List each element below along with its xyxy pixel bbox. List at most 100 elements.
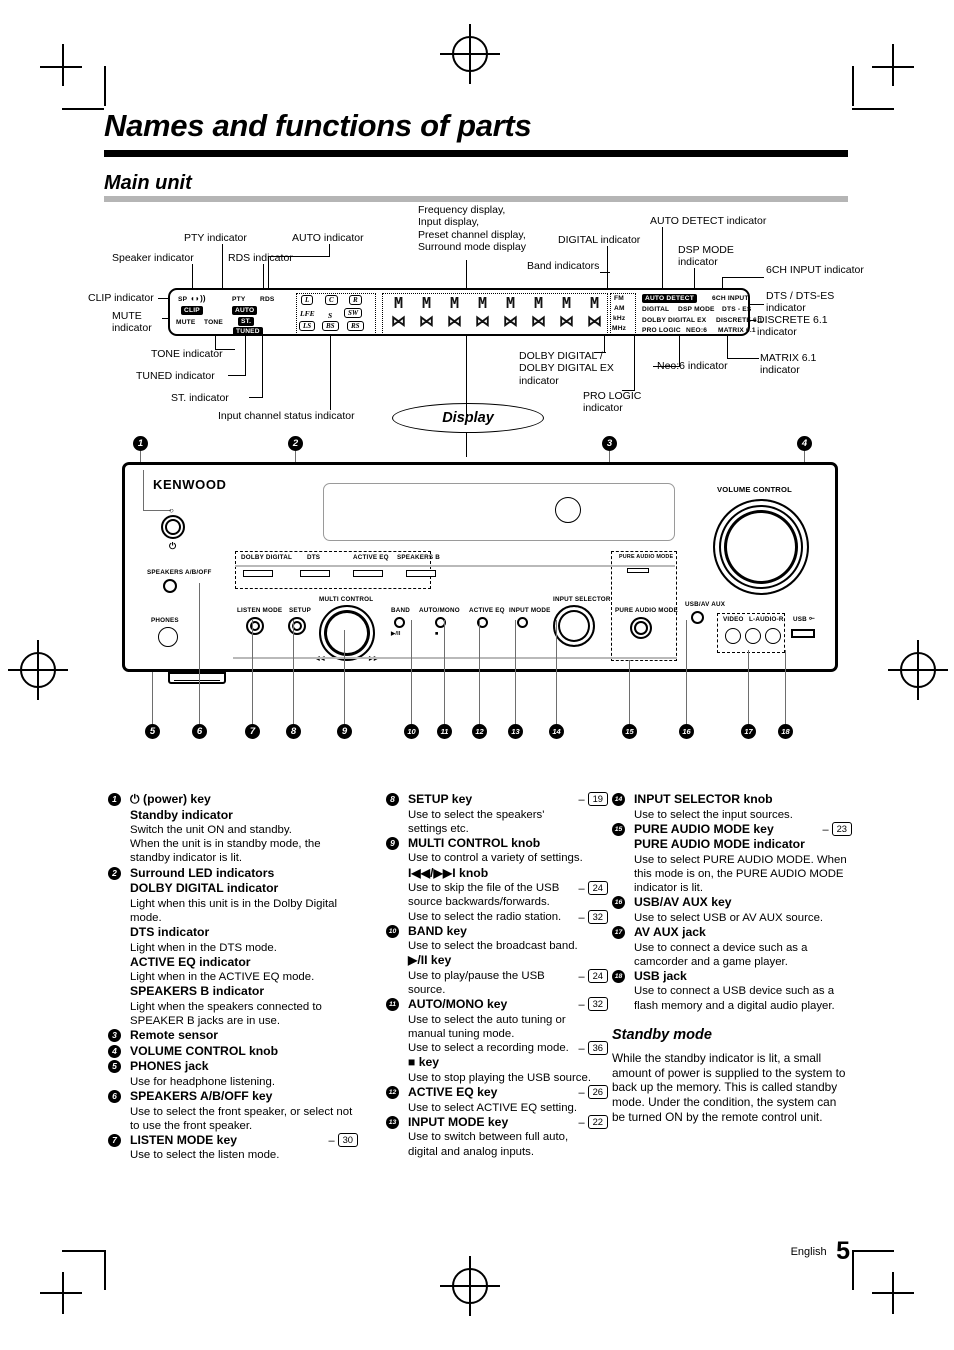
volume-control-knob[interactable] [713, 499, 809, 595]
leader-line [662, 227, 663, 293]
label-clip-indicator: CLIP indicator [88, 292, 154, 304]
page-reference[interactable]: 32 [587, 909, 608, 924]
item-heading: –26 ACTIVE EQ key [408, 1085, 608, 1101]
page-reference[interactable]: 32 [587, 997, 608, 1012]
display-char: M ⋈ [391, 294, 406, 330]
unit-foot-left [168, 672, 226, 684]
item-number-2: 2 [108, 866, 121, 880]
page-reference[interactable]: 36 [587, 1041, 608, 1056]
item-body: Use to connect a USB device such as a fl… [634, 985, 835, 1012]
item-heading: –19 SETUP key [408, 792, 608, 808]
callout-12: 12 [472, 724, 487, 739]
description-item: 9 MULTI CONTROL knob Use to control a vari… [386, 836, 608, 924]
page-reference[interactable]: 30 [337, 1132, 358, 1147]
item-number-6: 6 [108, 1090, 121, 1104]
description-item: 14 INPUT SELECTOR knob Use to select the i… [612, 792, 852, 822]
item-body: Use to select the auto tuning or manual … [408, 1013, 566, 1041]
page-reference[interactable]: 23 [831, 821, 852, 836]
item-heading: VOLUME CONTROL knob [130, 1043, 279, 1058]
item-number-9: 9 [386, 836, 399, 850]
speaker-icon: ◖◗)) [190, 294, 206, 303]
leader-line [329, 244, 330, 256]
label-dsp-mode-indicator: DSP MODE indicator [678, 244, 734, 269]
callout-6: 6 [192, 724, 207, 739]
channel-c: C [325, 295, 338, 305]
phones-jack[interactable] [158, 627, 178, 647]
item-body: –24 Use to skip the file of the USB sourc… [408, 881, 608, 909]
description-item: 4 VOLUME CONTROL knob [108, 1044, 358, 1060]
6ch-input-indicator: 6CH INPUT [712, 295, 749, 302]
item-heading: ⏻ (power) key [130, 792, 211, 806]
led-label-active-eq: ACTIVE EQ [353, 554, 389, 561]
leader-line [215, 349, 235, 350]
description-item: 15 –23 PURE AUDIO MODE key PURE AUDIO MODE … [612, 821, 852, 896]
dolby-digital-ex-indicator: DOLBY DIGITAL EX [642, 317, 707, 324]
mute-indicator: MUTE [176, 319, 196, 326]
label-dolby-digital-ex-indicator: DOLBY DIGITAL / DOLBY DIGITAL EX indicat… [519, 350, 614, 387]
item-body: Use to stop playing the USB source. [408, 1071, 591, 1084]
callout-16: 16 [679, 724, 694, 739]
item-number-3: 3 [108, 1029, 121, 1043]
speakers-b-led [406, 570, 436, 577]
description-item: 18 USB jack Use to connect a USB device su… [612, 969, 852, 1013]
band-mhz: MHz [612, 325, 627, 332]
label-frequency-display-group: Frequency display, Input display, Preset… [418, 204, 526, 254]
dsp-mode-indicator: DSP MODE [678, 306, 715, 313]
description-item: 11 –32 AUTO/MONO key Use to select the auto… [386, 997, 608, 1085]
page-reference[interactable]: 19 [587, 792, 608, 806]
audio-r-jack[interactable] [765, 628, 781, 644]
leader-line [222, 244, 223, 290]
pure-audio-mode-key[interactable] [630, 617, 652, 639]
callout-line [686, 620, 687, 724]
input-mode-key[interactable] [517, 617, 528, 628]
band-key[interactable] [394, 617, 405, 628]
leader-line [622, 390, 635, 391]
item-heading: USB jack [634, 968, 687, 983]
callout-line [748, 650, 749, 724]
multi-control-knob[interactable] [319, 605, 375, 661]
leader-line [466, 386, 467, 404]
label-input-channel-status-indicator: Input channel status indicator [218, 410, 355, 422]
listen-mode-label: LISTEN MODE [237, 607, 283, 614]
item-heading: –23 PURE AUDIO MODE key [634, 821, 852, 838]
page-reference[interactable]: 22 [587, 1114, 608, 1129]
description-column-1: 1 ⏻ (power) key Standby indicator Switch th… [108, 792, 358, 1163]
channel-r: R [349, 295, 362, 305]
item-body: Use to control a variety of settings. [408, 852, 583, 865]
callout-3: 3 [602, 436, 617, 451]
description-item: 13 –22 INPUT MODE key Use to switch between… [386, 1114, 608, 1159]
page-reference[interactable]: 26 [587, 1085, 608, 1100]
unit-foot-line [174, 680, 220, 681]
description-item: 3 Remote sensor [108, 1028, 358, 1044]
callout-line [785, 650, 786, 724]
video-jack[interactable] [725, 628, 741, 644]
usb-av-aux-key[interactable] [691, 611, 704, 624]
channel-ls: LS [299, 321, 316, 331]
neo6-indicator: NEO:6 [686, 327, 708, 334]
title-divider [104, 150, 848, 157]
audio-l-jack[interactable] [745, 628, 761, 644]
item-number-17: 17 [612, 926, 625, 940]
callout-line [152, 672, 153, 724]
display-char: M ⋈ [419, 294, 434, 330]
item-number-14: 14 [612, 793, 625, 806]
setup-label: SETUP [289, 607, 311, 614]
description-item: 17 AV AUX jack Use to connect a device suc… [612, 925, 852, 969]
page-reference[interactable]: 24 [587, 968, 608, 983]
callout-line [143, 470, 144, 510]
standby-indicator-dot: ○ [169, 506, 175, 515]
input-selector-knob[interactable] [553, 605, 595, 647]
setup-key[interactable] [288, 617, 306, 635]
item-number-8: 8 [386, 793, 399, 806]
leader-line [268, 256, 330, 257]
st-indicator: ST. [238, 317, 255, 326]
description-item: 2 Surround LED indicators DOLBY DIGITAL in… [108, 866, 358, 1029]
item-subheading: SPEAKERS B indicator [130, 984, 265, 999]
speakers-ab-off-key[interactable] [163, 579, 177, 593]
usb-jack[interactable] [791, 629, 815, 638]
power-key[interactable] [161, 515, 185, 539]
page-reference[interactable]: 24 [587, 881, 608, 896]
multi-control-label: MULTI CONTROL [319, 596, 374, 603]
listen-mode-key[interactable] [246, 617, 264, 635]
brand-logo: KENWOOD [153, 477, 227, 492]
